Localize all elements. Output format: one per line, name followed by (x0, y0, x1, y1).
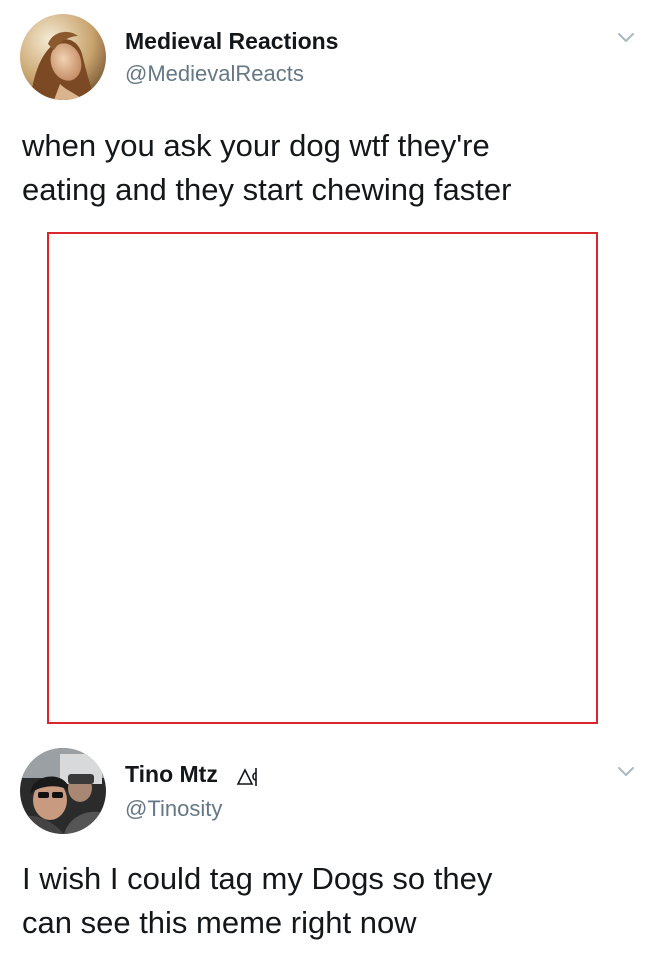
handle[interactable]: @Tinosity (125, 795, 222, 823)
avatar[interactable] (20, 748, 106, 834)
display-name[interactable]: Tino Mtz (125, 760, 218, 788)
tweet-medieval-reactions: Medieval Reactions @MedievalReacts when … (0, 0, 655, 232)
chevron-down-icon[interactable] (614, 26, 638, 50)
car-selfie-avatar-image (20, 748, 106, 834)
tweet-text: when you ask your dog wtf they're eating… (22, 128, 512, 207)
painting-avatar-image (20, 14, 106, 100)
tweet-tino-mtz: Tino Mtz @Tinosity I wish I could tag my… (0, 740, 655, 960)
display-name[interactable]: Medieval Reactions (125, 27, 338, 55)
avatar[interactable] (20, 14, 106, 100)
handle[interactable]: @MedievalReacts (125, 60, 304, 88)
tweet-media[interactable] (47, 232, 598, 724)
tweet-text: I wish I could tag my Dogs so they can s… (22, 861, 493, 940)
triangle-symbol-icon (236, 765, 262, 787)
chevron-down-icon[interactable] (614, 760, 638, 784)
